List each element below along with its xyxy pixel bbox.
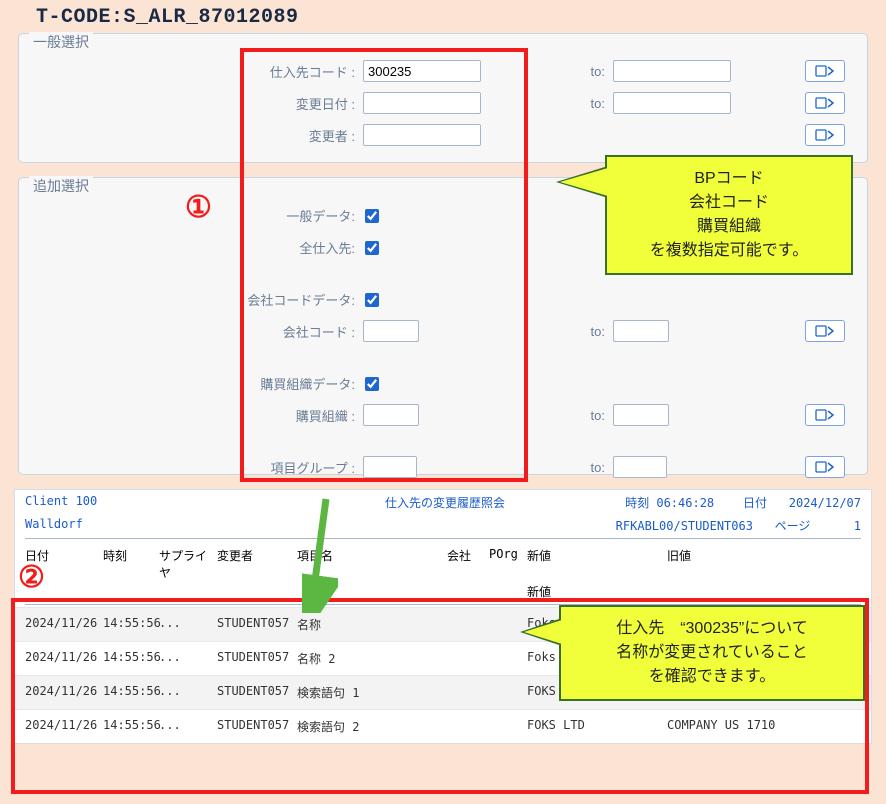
- report-page: 1: [854, 519, 861, 533]
- checkbox-company-data[interactable]: [365, 293, 379, 307]
- table-row: 2024/11/2614:55:56...STUDENT057検索語句 2FOK…: [15, 709, 871, 743]
- input-company-code-to[interactable]: [613, 320, 669, 342]
- circled-number-2: ②: [18, 560, 45, 595]
- label-change-date: 変更日付 :: [33, 94, 363, 113]
- callout1-tail-fill: [560, 168, 608, 196]
- report-prog: RFKABL00/STUDENT063: [616, 519, 753, 533]
- multi-select-supplier[interactable]: [805, 60, 845, 82]
- multi-select-item-group[interactable]: [805, 456, 845, 478]
- checkbox-all-suppliers[interactable]: [365, 241, 379, 255]
- input-change-date[interactable]: [363, 92, 481, 114]
- input-supplier-to[interactable]: [613, 60, 731, 82]
- label-company-data: 会社コードデータ:: [33, 290, 363, 309]
- input-item-group-to[interactable]: [613, 456, 667, 478]
- input-purch-org-to[interactable]: [613, 404, 669, 426]
- label-all-suppliers: 全仕入先:: [33, 238, 363, 257]
- label-changed-by: 変更者 :: [33, 126, 363, 145]
- report-client: Client 100: [25, 494, 385, 511]
- multi-select-company-code[interactable]: [805, 320, 845, 342]
- input-change-date-to[interactable]: [613, 92, 731, 114]
- input-purch-org[interactable]: [363, 404, 419, 426]
- report-date-label: 日付: [743, 496, 767, 510]
- label-supplier: 仕入先コード :: [33, 62, 363, 81]
- to-change-date: to:: [493, 96, 613, 111]
- input-supplier[interactable]: [363, 60, 481, 82]
- report-date: 2024/12/07: [789, 496, 861, 510]
- callout2-tail-fill: [524, 620, 562, 644]
- panel-additional-legend: 追加選択: [29, 176, 93, 196]
- tcode-label: T-CODE:S_ALR_87012089: [0, 0, 886, 33]
- label-item-group: 項目グループ :: [33, 458, 363, 477]
- report-time: 06:46:28: [656, 496, 714, 510]
- label-purch-org: 購買組織 :: [33, 406, 363, 425]
- input-company-code[interactable]: [363, 320, 419, 342]
- input-item-group[interactable]: [363, 456, 417, 478]
- callout-2: 仕入先 “300235”について 名称が変更されていること を確認できます。: [559, 605, 865, 701]
- report-column-headers: 日付 時刻 サプライヤ 変更者 項目名 会社 POrg 新値 旧値: [15, 541, 871, 583]
- multi-select-change-date[interactable]: [805, 92, 845, 114]
- panel-general-legend: 一般選択: [29, 32, 93, 52]
- label-company-code: 会社コード :: [33, 322, 363, 341]
- to-company-code: to:: [493, 324, 613, 339]
- panel-general: 一般選択 仕入先コード : to: 変更日付 : to: 変更者 :: [18, 33, 868, 163]
- to-supplier: to:: [493, 64, 613, 79]
- circled-number-1: ①: [185, 190, 212, 225]
- to-item-group: to:: [493, 460, 613, 475]
- multi-select-changed-by[interactable]: [805, 124, 845, 146]
- report-title: 仕入先の変更履歴照会: [385, 494, 625, 511]
- report-time-label: 時刻: [625, 496, 649, 510]
- callout-1: BPコード 会社コード 購買組織 を複数指定可能です。: [605, 155, 853, 275]
- label-purch-org-data: 購買組織データ:: [33, 374, 363, 393]
- multi-select-purch-org[interactable]: [805, 404, 845, 426]
- report-page-label: ページ: [775, 519, 811, 533]
- to-purch-org: to:: [493, 408, 613, 423]
- input-changed-by[interactable]: [363, 124, 481, 146]
- report-walldorf: Walldorf: [25, 517, 385, 534]
- checkbox-general-data[interactable]: [365, 209, 379, 223]
- checkbox-purch-org-data[interactable]: [365, 377, 379, 391]
